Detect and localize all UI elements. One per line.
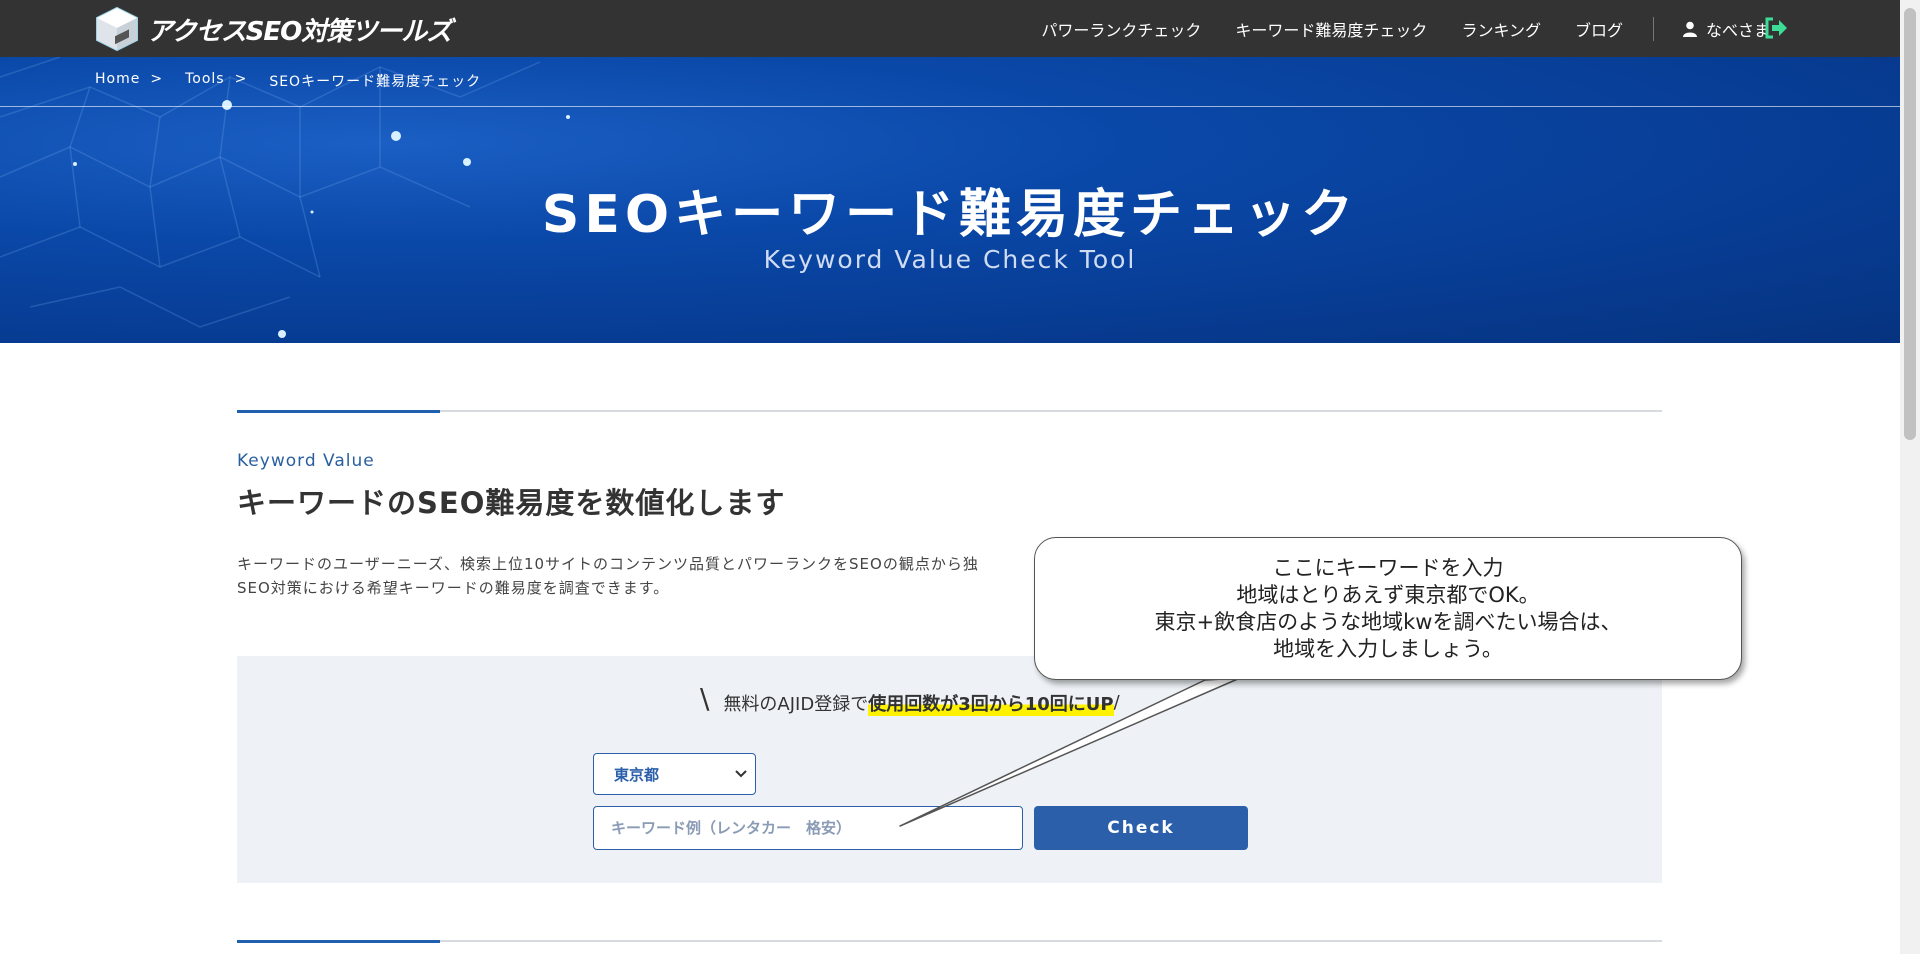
chevron-down-icon xyxy=(735,770,747,778)
logo-text: アクセスSEO対策ツールズ xyxy=(147,16,452,47)
region-selected-value: 東京都 xyxy=(614,765,660,784)
keyword-input[interactable] xyxy=(593,806,1023,850)
breadcrumb-separator: > xyxy=(234,71,248,87)
nav-divider xyxy=(1652,16,1654,41)
user-name: なべさま xyxy=(1705,20,1770,40)
user-menu[interactable]: なべさま xyxy=(1682,17,1770,41)
section-divider xyxy=(237,410,1662,413)
user-icon xyxy=(1682,21,1697,37)
promo-prefix: 無料のAJID登録で xyxy=(723,693,869,715)
description-line: キーワードのユーザーニーズ、検索上位10サイトのコンテンツ品質とパワーランクをS… xyxy=(237,555,979,573)
page-title: SEOキーワード難易度チェック xyxy=(541,185,1359,245)
registration-promo: \ 無料のAJID登録で 使用回数が3回から10回にUP / xyxy=(700,682,1120,719)
callout-line: ここにキーワードを入力 xyxy=(1272,555,1504,580)
callout-line: 東京+飲食店のような地域kwを調べたい場合は、 xyxy=(1154,609,1622,634)
section-heading: キーワードのSEO難易度を数値化します xyxy=(237,486,786,520)
promo-suffix: / xyxy=(1113,692,1120,713)
promo-highlight: 使用回数が3回から10回にUP xyxy=(868,689,1114,716)
main-nav: パワーランクチェック キーワード難易度チェック ランキング ブログ なべさま xyxy=(1007,0,1770,57)
description-line: SEO対策における希望キーワードの難易度を調査できます。 xyxy=(237,579,670,597)
site-logo[interactable]: アクセスSEO対策ツールズ xyxy=(95,6,452,52)
nav-ranking[interactable]: ランキング xyxy=(1461,17,1541,41)
breadcrumb: Home > Tools > SEOキーワード難易度チェック xyxy=(95,71,491,91)
top-navbar: アクセスSEO対策ツールズ パワーランクチェック キーワード難易度チェック ラン… xyxy=(0,0,1900,57)
breadcrumb-separator: > xyxy=(150,71,164,87)
logout-icon[interactable] xyxy=(1764,17,1788,39)
nav-blog[interactable]: ブログ xyxy=(1575,17,1623,41)
page-subtitle: Keyword Value Check Tool xyxy=(763,245,1137,274)
promo-slash: \ xyxy=(700,682,710,715)
breadcrumb-home[interactable]: Home xyxy=(95,71,140,91)
nav-power-rank-check[interactable]: パワーランクチェック xyxy=(1041,17,1201,41)
nav-keyword-difficulty-check[interactable]: キーワード難易度チェック xyxy=(1235,17,1427,41)
breadcrumb-tools[interactable]: Tools xyxy=(185,71,225,91)
breadcrumb-current: SEOキーワード難易度チェック xyxy=(269,74,482,90)
region-select[interactable]: 東京都 xyxy=(593,753,756,795)
check-button[interactable]: Check xyxy=(1034,806,1248,850)
scrollbar-thumb[interactable] xyxy=(1904,8,1916,440)
page-scrollbar[interactable] xyxy=(1900,0,1920,954)
hero-divider xyxy=(0,106,1900,107)
section-divider xyxy=(237,940,1662,943)
hero-banner: Home > Tools > SEOキーワード難易度チェック SEOキーワード難… xyxy=(0,57,1900,343)
section-divider-accent xyxy=(237,940,440,943)
callout-line: 地域を入力しましょう。 xyxy=(1273,636,1503,661)
annotation-callout: ここにキーワードを入力 地域はとりあえず東京都でOK。 東京+飲食店のような地域… xyxy=(1034,537,1742,680)
logo-cube-icon xyxy=(96,6,138,52)
callout-line: 地域はとりあえず東京都でOK。 xyxy=(1236,582,1540,607)
section-description: キーワードのユーザーニーズ、検索上位10サイトのコンテンツ品質とパワーランクをS… xyxy=(237,552,979,600)
section-eyebrow: Keyword Value xyxy=(237,451,375,471)
section-divider-accent xyxy=(237,410,440,413)
